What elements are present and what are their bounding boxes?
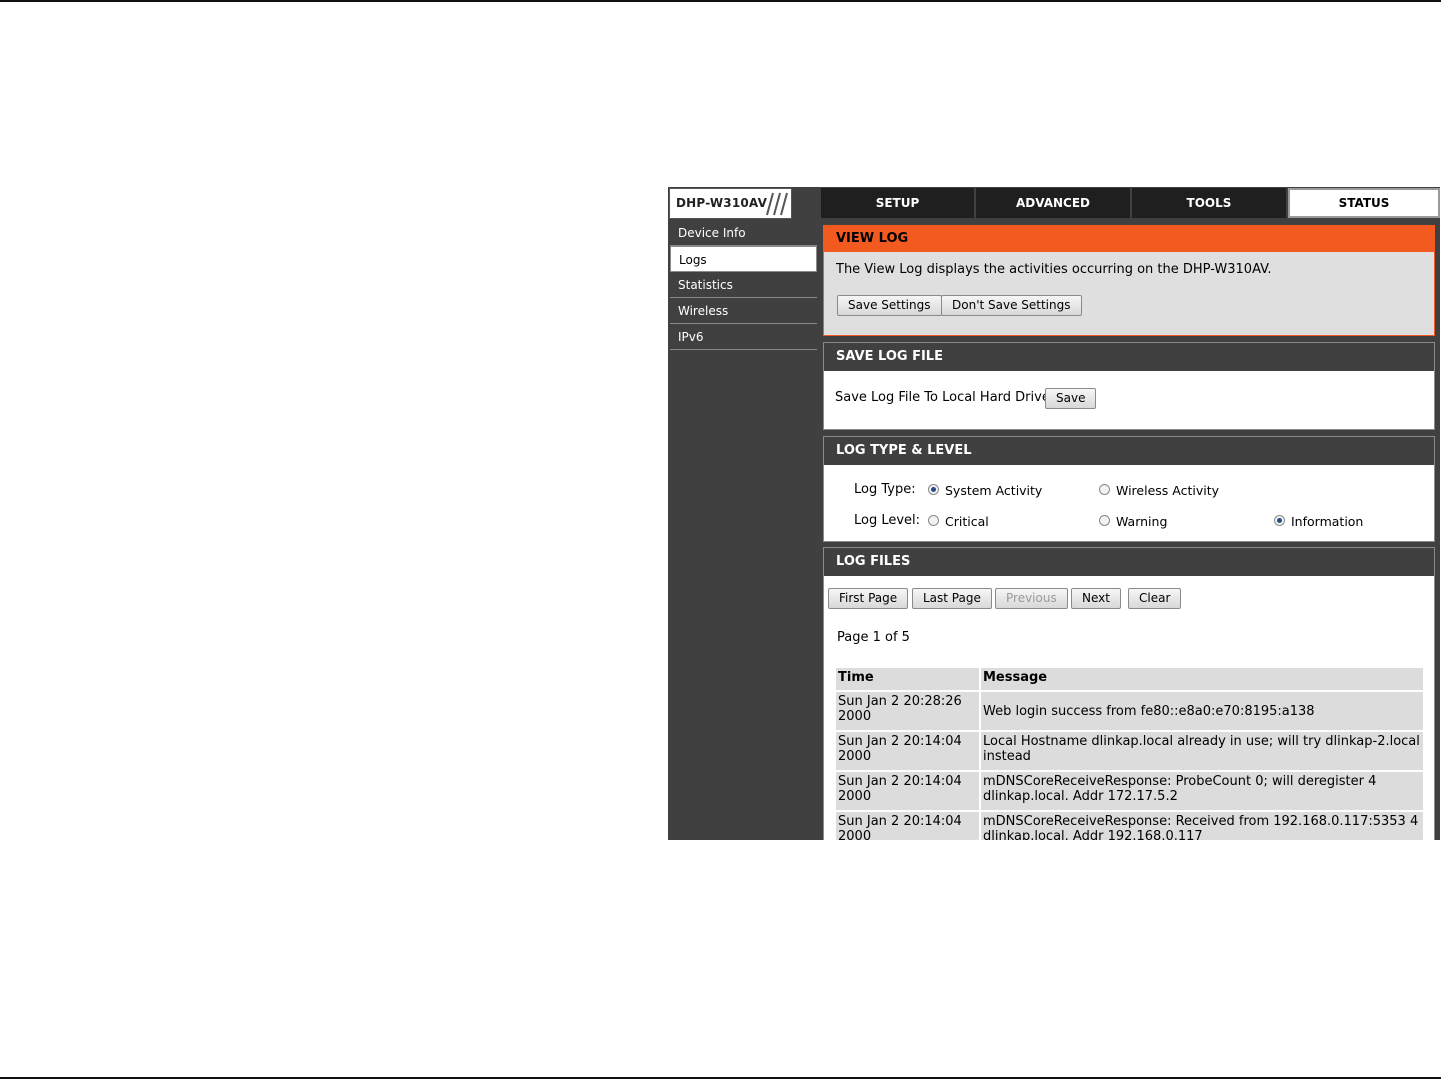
tab-tools[interactable]: TOOLS — [1132, 188, 1286, 218]
table-row: Sun Jan 2 20:14:04 2000 mDNSCoreReceiveRe… — [836, 772, 1423, 810]
system-activity-label: System Activity — [945, 483, 1043, 498]
sidebar-item-device-info[interactable]: Device Info — [670, 220, 817, 246]
information-label: Information — [1291, 514, 1364, 529]
critical-label: Critical — [945, 514, 989, 529]
log-type-level-title: LOG TYPE & LEVEL — [824, 437, 1434, 465]
log-type-level-section: LOG TYPE & LEVEL Log Type: System Activi… — [823, 436, 1435, 542]
view-log-description: The View Log displays the activities occ… — [836, 262, 1272, 277]
tab-setup[interactable]: SETUP — [821, 188, 974, 218]
view-log-section: VIEW LOG The View Log displays the activ… — [823, 225, 1435, 336]
wireless-activity-label: Wireless Activity — [1116, 483, 1220, 498]
log-files-section: LOG FILES First Page Last Page Previous … — [823, 547, 1435, 840]
table-row: Sun Jan 2 20:14:04 2000 mDNSCoreReceiveRe… — [836, 812, 1423, 840]
log-type-label: Log Type: — [854, 482, 916, 497]
logo-stripes-icon — [766, 192, 788, 216]
log-message-cell: mDNSCoreReceiveResponse: Received from 1… — [981, 812, 1423, 840]
device-logo: DHP-W310AV — [669, 188, 792, 219]
first-page-button[interactable]: First Page — [828, 588, 909, 609]
router-admin-ui: DHP-W310AV SETUP ADVANCED TOOLS STATUS D… — [668, 187, 1440, 840]
radio-wireless-activity[interactable] — [1099, 484, 1110, 495]
page-info: Page 1 of 5 — [837, 630, 910, 645]
radio-critical[interactable] — [928, 515, 939, 526]
sidebar-item-ipv6[interactable]: IPv6 — [670, 324, 817, 350]
sidebar-item-wireless[interactable]: Wireless — [670, 298, 817, 324]
save-log-button[interactable]: Save — [1045, 388, 1097, 409]
radio-warning[interactable] — [1099, 515, 1110, 526]
table-row: Sun Jan 2 20:28:26 2000 Web login success… — [836, 692, 1423, 730]
log-table-header: Time Message — [836, 668, 1423, 690]
save-log-file-label: Save Log File To Local Hard Drive. — [835, 390, 1054, 405]
log-message-cell: Web login success from fe80::e8a0:e70:81… — [981, 692, 1423, 730]
warning-label: Warning — [1116, 514, 1168, 529]
tab-advanced[interactable]: ADVANCED — [976, 188, 1130, 218]
view-log-title: VIEW LOG — [824, 226, 1434, 252]
device-model-label: DHP-W310AV — [676, 196, 768, 210]
last-page-button[interactable]: Last Page — [912, 588, 992, 609]
log-message-cell: mDNSCoreReceiveResponse: ProbeCount 0; w… — [981, 772, 1423, 810]
save-log-file-section: SAVE LOG FILE Save Log File To Local Har… — [823, 342, 1435, 430]
radio-information[interactable] — [1274, 515, 1285, 526]
log-time-cell: Sun Jan 2 20:14:04 2000 — [836, 732, 979, 770]
log-table: Time Message Sun Jan 2 20:28:26 2000 Web … — [834, 666, 1425, 840]
log-message-cell: Local Hostname dlinkap.local already in … — [981, 732, 1423, 770]
sidebar-item-logs[interactable]: Logs — [670, 246, 817, 272]
clear-button[interactable]: Clear — [1128, 588, 1182, 609]
sidebar-item-statistics[interactable]: Statistics — [670, 272, 817, 298]
tab-status[interactable]: STATUS — [1288, 188, 1440, 218]
dont-save-settings-button[interactable]: Don't Save Settings — [941, 295, 1082, 316]
column-header-time: Time — [836, 668, 979, 690]
bottom-border-rule — [0, 1077, 1441, 1079]
top-navigation-bar: DHP-W310AV SETUP ADVANCED TOOLS STATUS — [668, 187, 1440, 219]
save-log-file-title: SAVE LOG FILE — [824, 343, 1434, 371]
log-time-cell: Sun Jan 2 20:14:04 2000 — [836, 772, 979, 810]
log-files-title: LOG FILES — [824, 548, 1434, 576]
sidebar: Device Info Logs Statistics Wireless IPv… — [668, 220, 819, 840]
next-button[interactable]: Next — [1071, 588, 1121, 609]
log-level-label: Log Level: — [854, 513, 921, 528]
column-header-message: Message — [981, 668, 1423, 690]
log-time-cell: Sun Jan 2 20:14:04 2000 — [836, 812, 979, 840]
previous-button[interactable]: Previous — [995, 588, 1068, 609]
log-time-cell: Sun Jan 2 20:28:26 2000 — [836, 692, 979, 730]
save-settings-button[interactable]: Save Settings — [837, 295, 942, 316]
table-row: Sun Jan 2 20:14:04 2000 Local Hostname dl… — [836, 732, 1423, 770]
top-border-rule — [0, 0, 1441, 2]
radio-system-activity[interactable] — [928, 484, 939, 495]
